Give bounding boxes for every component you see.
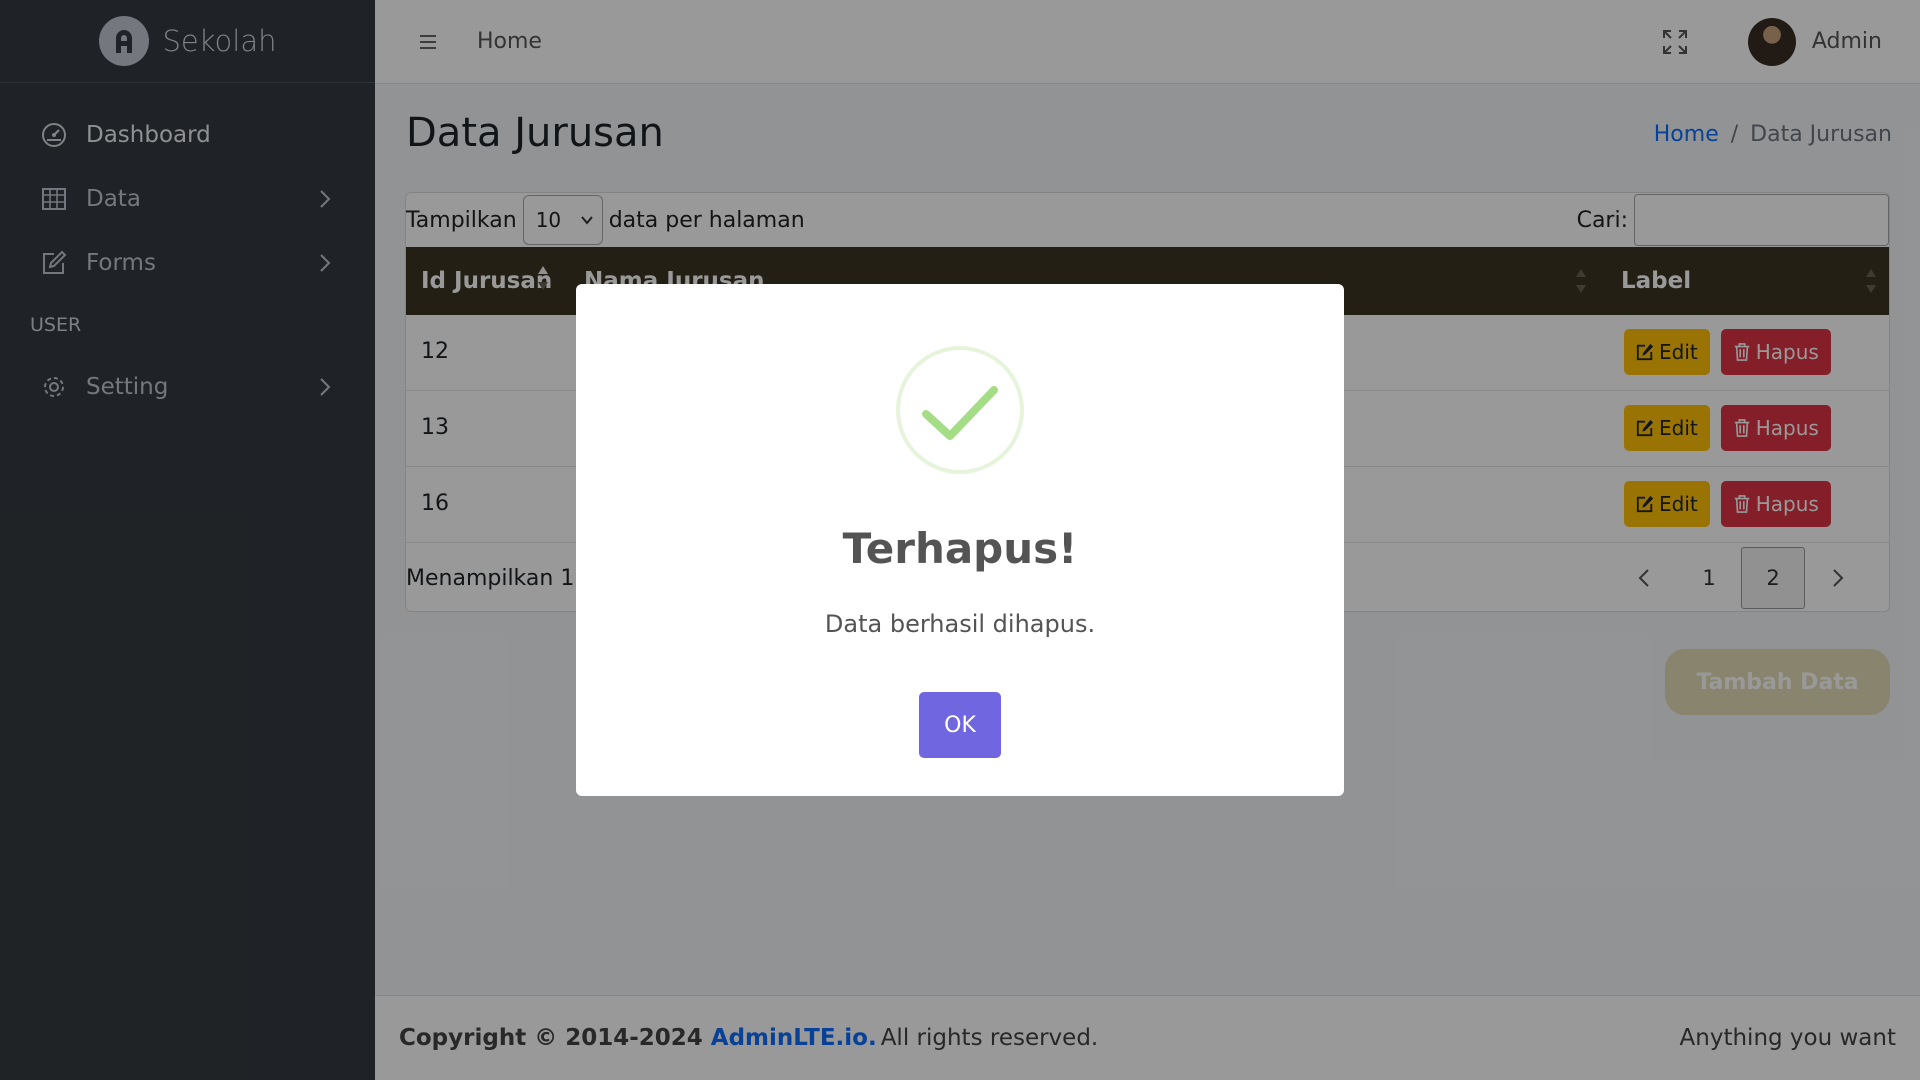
modal-text: Data berhasil dihapus. <box>824 610 1096 638</box>
ok-button[interactable]: OK <box>919 692 1001 758</box>
success-check-icon <box>896 346 1024 474</box>
modal-title: Terhapus! <box>842 524 1078 573</box>
success-modal: Terhapus! Data berhasil dihapus. OK <box>576 284 1344 796</box>
